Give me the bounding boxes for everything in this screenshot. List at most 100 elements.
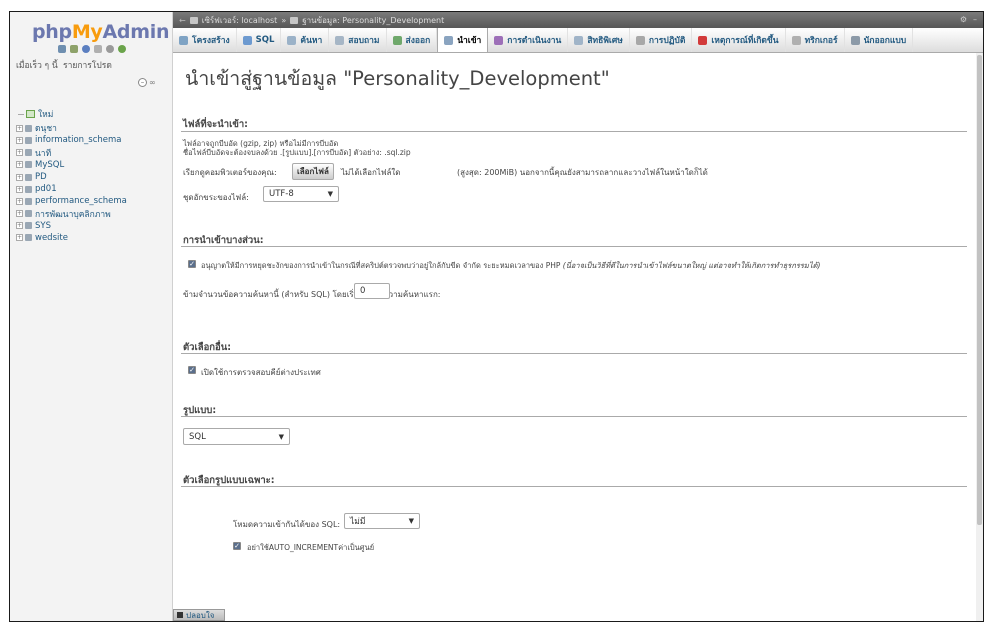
tree-item-label: MySQL <box>35 159 65 170</box>
tab-structure[interactable]: โครงสร้าง <box>173 28 237 52</box>
expand-icon[interactable]: + <box>16 136 23 144</box>
breadcrumb-bar: ← เซิร์ฟเวอร์: localhost » ฐานข้อมูล: Pe… <box>173 12 983 28</box>
breadcrumb-database[interactable]: ฐานข้อมูล: Personality_Development <box>302 14 444 27</box>
recent-tab[interactable]: เมื่อเร็ว ๆ นี้ <box>16 61 58 71</box>
skip-queries-label: ข้ามจำนวนข้อความค้นหานี้ (สำหรับ SQL) โด… <box>183 290 441 299</box>
tree-item-database[interactable]: + นาที <box>16 147 127 159</box>
operations-icon <box>494 35 504 45</box>
minimize-icon[interactable]: – <box>973 15 977 24</box>
sidebar-quick-icons <box>58 45 126 53</box>
tab-events[interactable]: เหตุการณ์ที่เกิดขึ้น <box>692 28 786 52</box>
charset-select[interactable]: UTF-8 ▼ <box>263 186 339 202</box>
expand-icon[interactable]: + <box>16 234 23 242</box>
tree-item-database[interactable]: + pd01 <box>16 183 127 195</box>
tab-sql[interactable]: SQL <box>237 28 282 52</box>
choose-file-button[interactable]: เลือกไฟล์ <box>292 163 334 180</box>
expand-icon[interactable]: + <box>16 124 23 132</box>
tree-item-database[interactable]: + ดนุชา <box>16 122 127 134</box>
tab-query[interactable]: สอบถาม <box>329 28 387 52</box>
tree-item-label: ใหม่ <box>38 110 54 121</box>
database-icon <box>25 161 32 169</box>
auto-increment-checkbox[interactable]: ✓ <box>233 542 241 550</box>
format-select[interactable]: SQL ▼ <box>183 428 290 445</box>
import-icon <box>444 35 454 45</box>
tree-item-database[interactable]: + wedsite <box>16 232 127 244</box>
main-menu-tabs: โครงสร้าง SQL ค้นหา สอบถาม ส่งออก นำเข้า การดำ… <box>173 28 983 53</box>
phpmyadmin-logo[interactable]: phpMyAdmin <box>32 21 169 43</box>
tab-import[interactable]: นำเข้า <box>437 28 489 52</box>
max-size-note: (สูงสุด: 200MiB) นอกจากนี้คุณยังสามารถลา… <box>457 168 708 177</box>
console-toggle[interactable]: ปลอบใจ <box>173 609 225 621</box>
tab-search[interactable]: ค้นหา <box>281 28 330 52</box>
designer-icon <box>850 35 860 45</box>
docs-icon[interactable] <box>94 45 102 53</box>
collapse-all-icon[interactable]: – <box>138 78 147 87</box>
structure-icon <box>179 35 188 45</box>
expand-icon[interactable]: + <box>16 161 23 169</box>
back-arrow-icon[interactable]: ← <box>179 16 186 25</box>
charset-value: UTF-8 <box>269 189 294 199</box>
skip-queries-input[interactable]: 0 <box>354 283 390 299</box>
expand-icon[interactable]: + <box>16 197 23 205</box>
routines-icon <box>635 35 645 45</box>
gear-icon[interactable]: ⚙ <box>960 15 967 24</box>
sql-icon <box>242 35 252 45</box>
server-icon <box>189 16 198 24</box>
file-section-heading: ไฟล์ที่จะนำเข้า: <box>183 119 248 130</box>
allow-interrupt-note: (นี่อาจเป็นวิธีที่ดีในการนำเข้าไฟล์ขนาดใ… <box>562 261 821 270</box>
fk-checks-checkbox[interactable]: ✓ <box>188 366 196 374</box>
tab-operations[interactable]: การดำเนินงาน <box>488 28 569 52</box>
console-icon <box>177 612 183 618</box>
expand-icon[interactable]: + <box>16 149 23 157</box>
allow-interrupt-text: อนุญาตให้มีการหยุดชะงักของการนำเข้าในกรณ… <box>201 261 561 270</box>
database-icon <box>25 136 32 144</box>
tab-label: โครงสร้าง <box>192 36 230 46</box>
logo-my: My <box>71 21 103 43</box>
tree-item-label: pd01 <box>35 184 57 195</box>
scrollbar-thumb[interactable] <box>977 55 982 525</box>
tab-designer[interactable]: นักออกแบบ <box>845 28 914 52</box>
home-icon[interactable] <box>58 45 66 53</box>
compat-mode-label: โหมดความเข้ากันได้ของ SQL: <box>233 520 341 529</box>
tab-label: ทริกเกอร์ <box>804 36 838 46</box>
breadcrumb-server[interactable]: เซิร์ฟเวอร์: localhost <box>202 14 278 27</box>
tab-privileges[interactable]: สิทธิพิเศษ <box>568 28 630 52</box>
database-icon <box>25 234 32 242</box>
tab-routines[interactable]: การปฏิบัติ <box>630 28 693 52</box>
expand-icon[interactable]: + <box>16 173 23 181</box>
page-title: นำเข้าสู่ฐานข้อมูล "Personality_Developm… <box>185 67 610 90</box>
tab-export[interactable]: ส่งออก <box>387 28 438 52</box>
compat-mode-select[interactable]: ไม่มี ▼ <box>344 513 420 529</box>
divider <box>181 416 967 417</box>
tree-item-database[interactable]: + MySQL <box>16 159 127 171</box>
tree-item-database[interactable]: + information_schema <box>16 134 127 146</box>
tree-item-database[interactable]: + การพัฒนาบุคลิกภาพ <box>16 208 127 220</box>
fk-checks-label: เปิดใช้การตรวจสอบคีย์ต่างประเทศ <box>201 368 321 377</box>
browse-label: เรียกดูคอมพิวเตอร์ของคุณ: <box>183 168 277 177</box>
allow-interrupt-label: อนุญาตให้มีการหยุดชะงักของการนำเข้าในกรณ… <box>201 260 820 272</box>
allow-interrupt-checkbox[interactable]: ✓ <box>188 260 196 268</box>
tab-label: ค้นหา <box>300 36 323 46</box>
help-icon[interactable] <box>82 45 90 53</box>
tree-item-database[interactable]: + PD <box>16 171 127 183</box>
tab-label: ส่งออก <box>405 36 431 46</box>
link-icon[interactable]: ∞ <box>149 78 156 87</box>
database-icon <box>25 185 32 193</box>
logout-icon[interactable] <box>70 45 78 53</box>
expand-icon[interactable]: + <box>16 210 23 218</box>
tree-item-label: นาที <box>35 148 52 159</box>
expand-icon[interactable]: + <box>16 185 23 193</box>
expand-icon[interactable]: + <box>16 222 23 230</box>
no-file-text: ไม่ได้เลือกไฟล์ใด <box>341 168 401 177</box>
events-icon <box>698 35 708 45</box>
tab-label: สอบถาม <box>348 36 380 46</box>
main-content: นำเข้าสู่ฐานข้อมูล "Personality_Developm… <box>173 53 975 621</box>
settings-icon[interactable] <box>106 45 114 53</box>
tree-item-database[interactable]: + SYS <box>16 220 127 232</box>
tab-triggers[interactable]: ทริกเกอร์ <box>786 28 845 52</box>
tree-item-label: wedsite <box>35 232 68 243</box>
tree-item-new[interactable]: ใหม่ <box>16 108 127 120</box>
favorites-tab[interactable]: รายการโปรด <box>63 61 112 71</box>
reload-icon[interactable] <box>118 45 126 53</box>
chevron-down-icon: ▼ <box>327 190 333 198</box>
